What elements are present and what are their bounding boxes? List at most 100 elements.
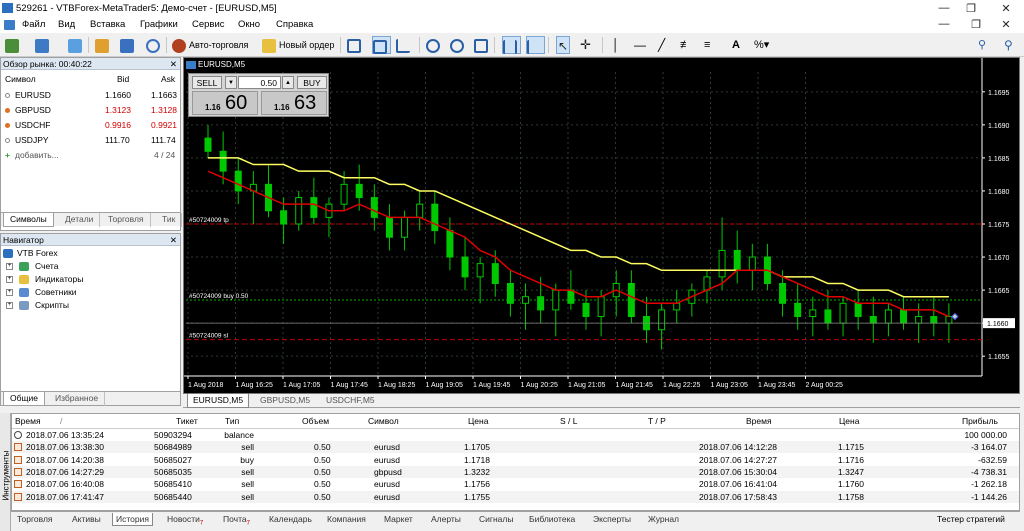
autotrading-button[interactable]: Авто-торговля [172,36,248,54]
trendline-icon[interactable]: ╱ [658,36,665,54]
tab-common[interactable]: Общие [3,392,45,406]
menu-tools[interactable]: Сервис [192,19,225,30]
col-profit[interactable]: Прибыль [962,414,998,429]
col-symbol[interactable]: Символ [5,72,36,87]
close-icon[interactable]: ✕ [170,58,177,70]
tab-experts[interactable]: Эксперты [593,513,631,526]
sell-price-button[interactable]: 1.16 60 [192,91,258,115]
data-window-button[interactable] [120,36,137,54]
strategy-tester-button[interactable]: Тестер стратегий [937,513,1005,526]
table-row[interactable]: 2018.07.06 14:27:29 50685035 sell 0.50 gbpus… [12,465,1019,478]
table-row[interactable]: 2018.07.06 13:35:24 50903294 balance 100 00… [12,429,1019,441]
expand-icon[interactable]: + [6,276,13,283]
tab-company[interactable]: Компания [327,513,366,526]
volume-down-icon[interactable]: ▼ [225,76,237,89]
tab-chart-eurusd[interactable]: EURUSD,M5 [187,394,250,408]
search-icon[interactable]: ⚲ [1004,36,1013,54]
col-close-time[interactable]: Время [746,414,772,429]
profiles-button[interactable] [35,36,52,54]
col-close-price[interactable]: Цена [839,414,859,429]
zoom-in-icon[interactable] [426,36,443,54]
expand-icon[interactable]: + [6,263,13,270]
child-minimize-icon[interactable]: — [936,18,952,30]
text-icon[interactable]: A [732,36,740,54]
tab-market[interactable]: Маркет [384,513,413,526]
market-watch-row[interactable]: USDCHF 0.9916 0.9921 [1,118,180,133]
tab-details[interactable]: Детали [59,213,101,227]
menu-view[interactable]: Вид [58,19,75,30]
tab-journal[interactable]: Журнал [648,513,679,526]
signals-button[interactable] [146,36,163,54]
col-volume[interactable]: Объем [302,414,329,429]
close-icon[interactable]: ✕ [998,2,1014,15]
tab-news[interactable]: Новости7 [167,513,203,527]
tab-assets[interactable]: Активы [72,513,101,526]
col-tp[interactable]: T / P [648,414,666,429]
menu-charts[interactable]: Графики [140,19,178,30]
shapes-icon[interactable]: %▾ [754,36,769,54]
market-watch-row[interactable]: USDJPY 111.70 111.74 [1,133,180,148]
col-bid[interactable]: Bid [117,72,129,87]
restore-icon[interactable]: ❐ [963,2,979,15]
col-ticket[interactable]: Тикет [176,414,198,429]
table-row[interactable]: 2018.07.06 13:38:30 50684989 sell 0.50 eurus… [12,441,1019,454]
tab-chart-gbpusd[interactable]: GBPUSD,M5 [255,394,315,408]
tab-chart-usdchf[interactable]: USDCHF,M5 [321,394,380,408]
tab-symbols[interactable]: Символы [3,213,54,227]
chart-window[interactable]: 1.1695 1.1690 1.1685 1.1680 1.1675 1.1670 1.16… [183,57,1020,394]
col-sl[interactable]: S / L [560,414,577,429]
table-row[interactable]: 2018.07.06 16:40:08 50685410 sell 0.50 eurus… [12,478,1019,490]
expand-icon[interactable]: + [6,302,13,309]
zoom-out-icon[interactable] [450,36,467,54]
chart-shift-button[interactable] [526,36,545,54]
volume-up-icon[interactable]: ▲ [282,76,294,89]
line-chart-button[interactable] [396,36,413,54]
close-icon[interactable]: ✕ [170,234,177,246]
tab-library[interactable]: Библиотека [529,513,575,526]
volume-input[interactable]: 0.50 [238,76,281,89]
menu-insert[interactable]: Вставка [90,19,125,30]
tab-mail[interactable]: Почта7 [223,513,250,527]
search-options-icon[interactable]: ⚲ [978,36,986,54]
cursor-icon[interactable]: ↖ [556,36,570,54]
tab-favorites[interactable]: Избранное [49,392,106,406]
tab-alerts[interactable]: Алерты [431,513,461,526]
tab-trade[interactable]: Торговля [17,513,53,526]
table-row[interactable]: 2018.07.06 17:41:47 50685440 sell 0.50 eurus… [12,490,1019,503]
bar-chart-button[interactable] [347,36,364,54]
navigator-button[interactable] [95,36,112,54]
market-watch-row[interactable]: GBPUSD 1.3123 1.3128 [1,103,180,118]
candlestick-button[interactable] [372,36,391,54]
add-symbol-row[interactable]: + добавить... 4 / 24 [1,148,180,163]
buy-price-button[interactable]: 1.16 63 [261,91,327,115]
sell-button[interactable]: SELL [192,76,222,89]
tile-windows-icon[interactable] [474,36,491,54]
tab-calendar[interactable]: Календарь [269,513,312,526]
col-ask[interactable]: Ask [161,72,175,87]
horizontal-line-icon[interactable]: — [634,36,646,54]
new-chart-button[interactable] [5,36,22,54]
child-close-icon[interactable]: ✕ [998,18,1014,31]
menu-window[interactable]: Окно [238,19,260,30]
tab-history[interactable]: История [112,513,153,526]
tab-ticks[interactable]: Тик [156,213,183,227]
col-type[interactable]: Тип [225,414,239,429]
vertical-line-icon[interactable]: │ [612,36,620,54]
fibo-icon[interactable]: ≡ [704,36,710,54]
buy-button[interactable]: BUY [297,76,327,89]
crosshair-icon[interactable]: ✛ [580,36,591,54]
expand-icon[interactable]: + [6,289,13,296]
table-row[interactable]: 2018.07.06 14:20:38 50685027 buy 0.50 eurusd… [12,454,1019,466]
col-symbol[interactable]: Символ [368,414,399,429]
autoscroll-button[interactable] [502,36,521,54]
col-time[interactable]: Время [15,414,41,429]
minimize-icon[interactable]: — [936,2,952,14]
col-price[interactable]: Цена [468,414,488,429]
market-watch-row[interactable]: EURUSD 1.1660 1.1663 [1,88,180,103]
menu-help[interactable]: Справка [276,19,313,30]
market-watch-button[interactable] [68,36,85,54]
new-order-button[interactable]: Новый ордер [262,36,334,54]
child-restore-icon[interactable]: ❐ [968,18,984,31]
tab-signals[interactable]: Сигналы [479,513,513,526]
channel-icon[interactable]: ≢ [680,36,691,54]
